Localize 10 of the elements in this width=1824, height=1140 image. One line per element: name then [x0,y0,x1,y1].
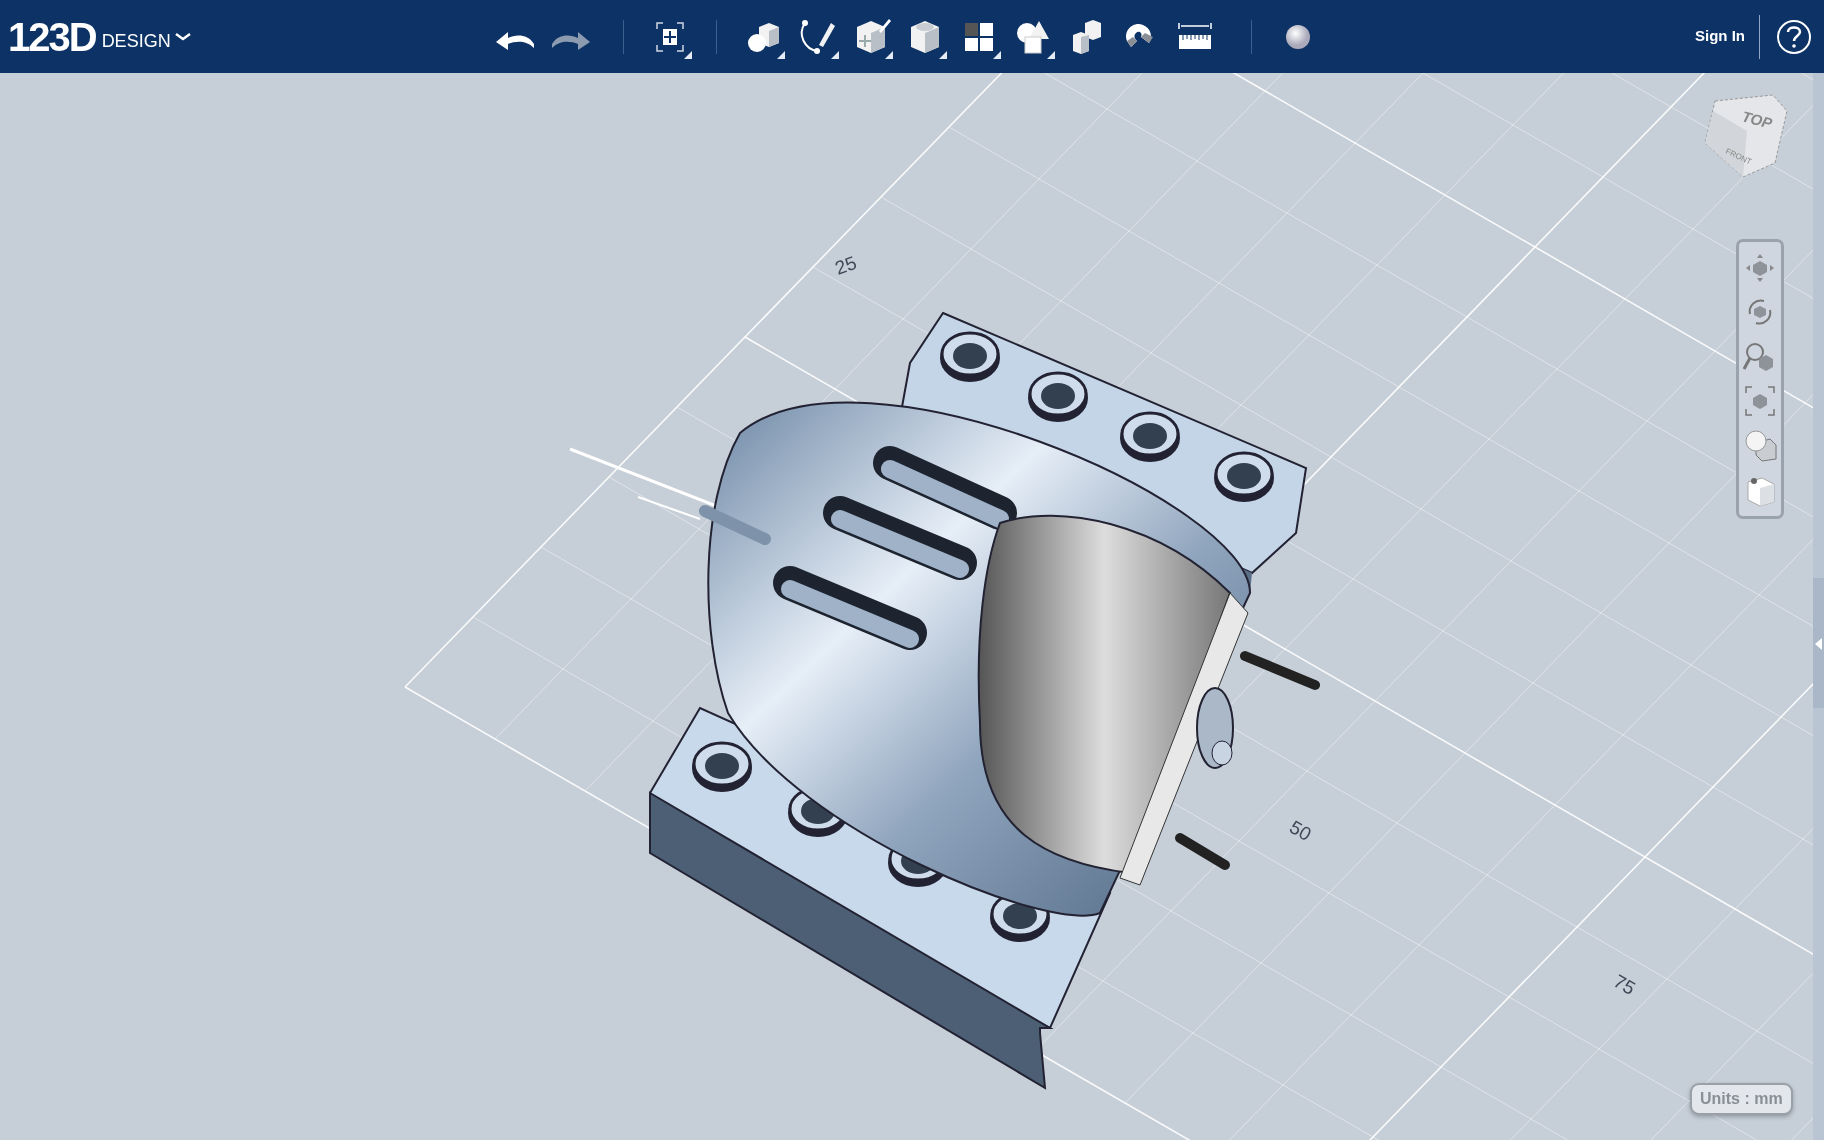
grid-label: 75 [1610,970,1639,1000]
grid-label: 50 [1286,816,1315,846]
product-name: DESIGN [101,30,171,53]
sign-in-link[interactable]: Sign In [1695,25,1745,48]
logo-text: 123D [8,16,96,57]
panel-toggle-handle[interactable] [1813,578,1824,708]
grid-label: 25 [832,251,860,279]
units-button[interactable]: Units : mm [1690,1083,1793,1115]
cube-face-label: TOP [1740,107,1775,132]
sphere-and-cube-icon[interactable] [1742,427,1778,464]
